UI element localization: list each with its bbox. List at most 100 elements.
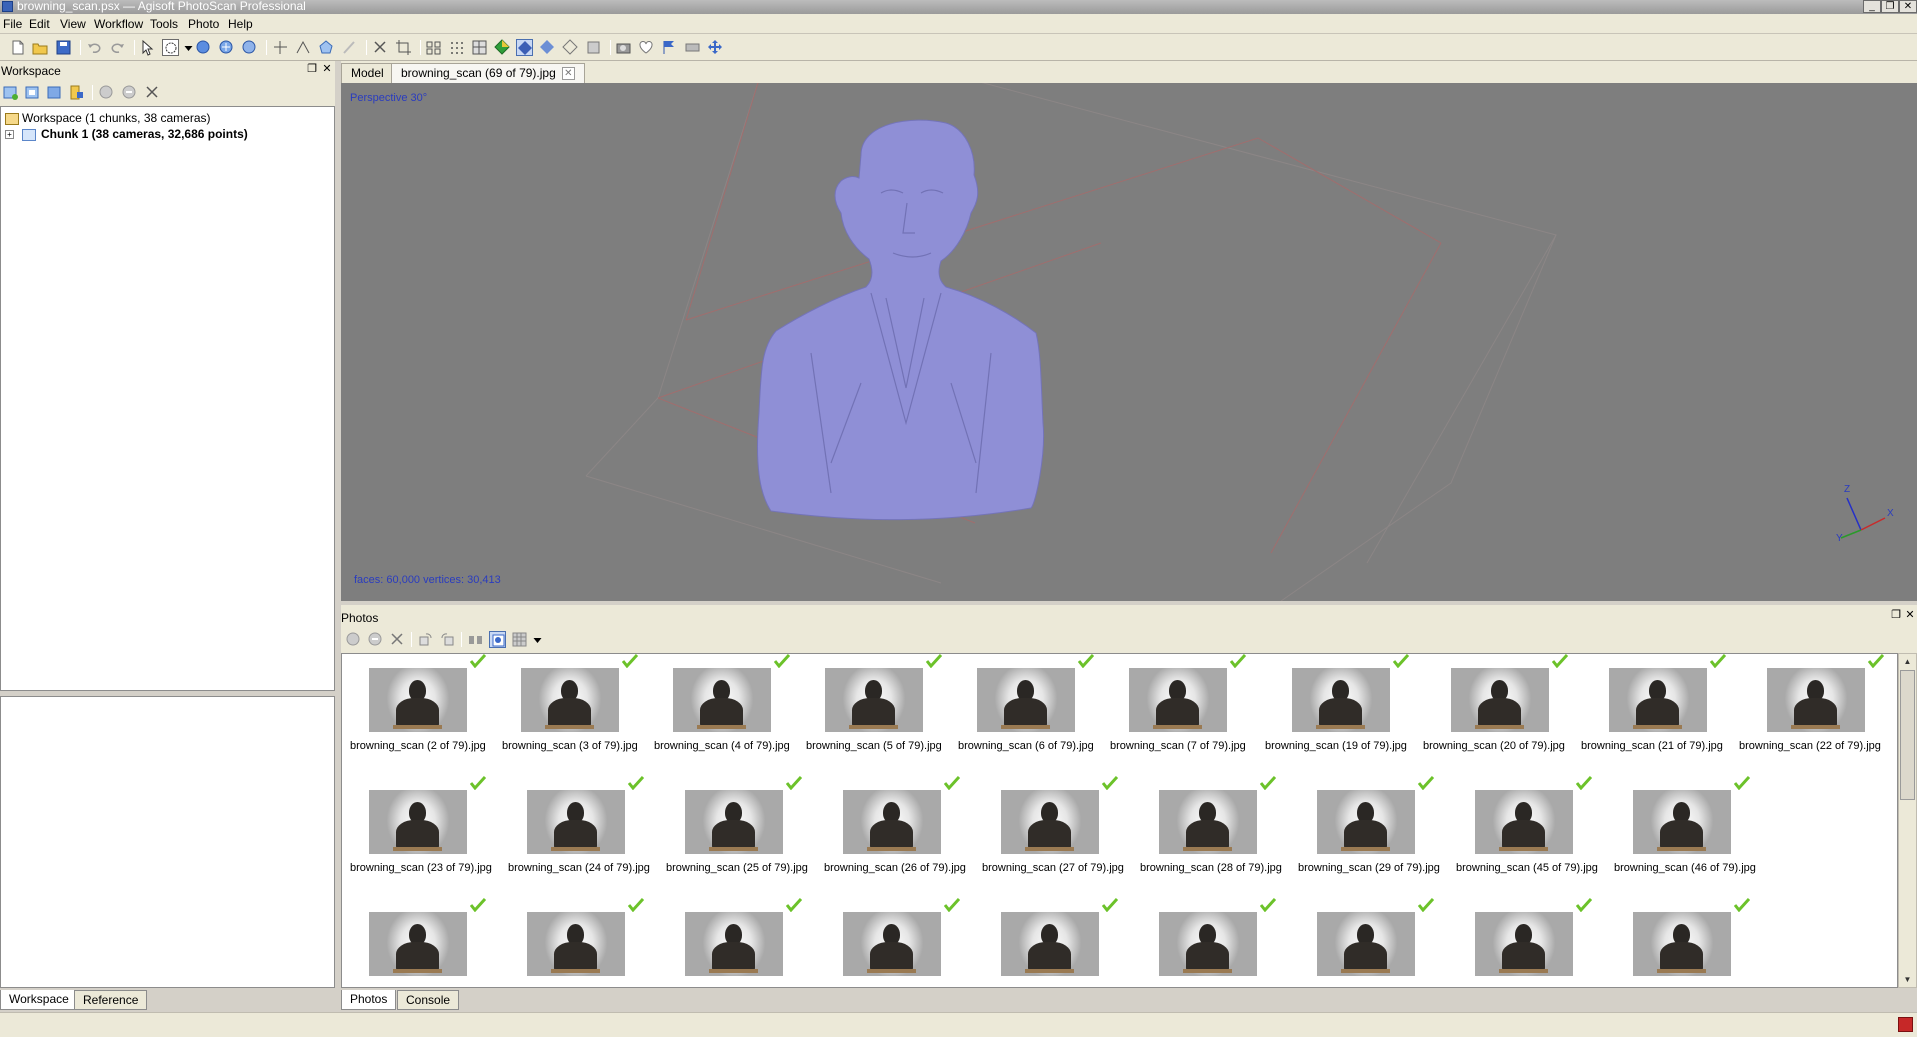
- add-photos-icon[interactable]: [24, 84, 41, 101]
- tree-chunk[interactable]: + Chunk 1 (38 cameras, 32,686 points): [5, 126, 248, 142]
- photo-item[interactable]: [350, 898, 500, 987]
- photo-thumbnail[interactable]: [1475, 912, 1573, 976]
- view-mode-chevron-icon[interactable]: [529, 631, 542, 648]
- photo-item[interactable]: browning_scan (3 of 79).jpg: [502, 654, 652, 754]
- photo-thumbnail[interactable]: [1609, 668, 1707, 732]
- minimize-button[interactable]: _: [1863, 0, 1881, 13]
- photo-thumbnail[interactable]: [843, 912, 941, 976]
- menu-view[interactable]: View: [60, 17, 86, 31]
- photo-thumbnail[interactable]: [1317, 912, 1415, 976]
- disable-photos-icon[interactable]: [367, 631, 384, 648]
- photo-item[interactable]: browning_scan (19 of 79).jpg: [1265, 654, 1415, 754]
- photo-item[interactable]: [824, 898, 974, 987]
- expand-icon[interactable]: +: [5, 130, 14, 140]
- tab-workspace[interactable]: Workspace: [0, 990, 78, 1010]
- tab-photos[interactable]: Photos: [341, 990, 397, 1010]
- close-panel-icon[interactable]: ✕: [321, 63, 333, 75]
- photo-item[interactable]: browning_scan (20 of 79).jpg: [1423, 654, 1573, 754]
- ruler-icon[interactable]: [295, 39, 312, 56]
- menu-tools[interactable]: Tools: [150, 17, 178, 31]
- photo-thumbnail[interactable]: [521, 668, 619, 732]
- dense-cloud-icon[interactable]: [471, 39, 488, 56]
- photo-item[interactable]: [1456, 898, 1606, 987]
- photo-thumbnail[interactable]: [369, 790, 467, 854]
- photo-thumbnail[interactable]: [369, 668, 467, 732]
- scroll-thumb[interactable]: [1900, 670, 1915, 800]
- photo-thumbnail[interactable]: [1159, 790, 1257, 854]
- photo-thumbnail[interactable]: [1129, 668, 1227, 732]
- reset-filter-icon[interactable]: [467, 631, 484, 648]
- add-chunk-icon[interactable]: [2, 84, 19, 101]
- photo-thumbnail[interactable]: [1317, 790, 1415, 854]
- photo-item[interactable]: browning_scan (26 of 79).jpg: [824, 776, 974, 876]
- remove-photos-icon[interactable]: [389, 631, 406, 648]
- model-viewport[interactable]: Perspective 30° faces: 60,000 vertices: …: [341, 83, 1917, 601]
- add-folder-icon[interactable]: [46, 84, 63, 101]
- close-photos-panel-icon[interactable]: ✕: [1904, 609, 1916, 621]
- solid-model-icon[interactable]: [539, 39, 556, 56]
- navigation-icon[interactable]: [139, 39, 156, 56]
- photo-item[interactable]: browning_scan (29 of 79).jpg: [1298, 776, 1448, 876]
- tiled-model-icon[interactable]: [585, 39, 602, 56]
- view-mode-icon[interactable]: [511, 631, 528, 648]
- photo-item[interactable]: browning_scan (2 of 79).jpg: [350, 654, 500, 754]
- enable-photos-icon[interactable]: [345, 631, 362, 648]
- tree-root[interactable]: Workspace (1 chunks, 38 cameras): [5, 110, 211, 126]
- scroll-up-icon[interactable]: ▲: [1901, 655, 1914, 668]
- photo-thumbnail[interactable]: [527, 912, 625, 976]
- shaded-model-icon[interactable]: [516, 39, 533, 56]
- photo-item[interactable]: browning_scan (22 of 79).jpg: [1739, 654, 1889, 754]
- photo-thumbnail[interactable]: [1159, 912, 1257, 976]
- open-project-icon[interactable]: [32, 39, 49, 56]
- rotate-left-icon[interactable]: [417, 631, 434, 648]
- restore-button[interactable]: ❐: [1881, 0, 1899, 13]
- menu-edit[interactable]: Edit: [29, 17, 50, 31]
- photo-thumbnail[interactable]: [369, 912, 467, 976]
- menu-file[interactable]: File: [3, 17, 22, 31]
- photo-thumbnail[interactable]: [977, 668, 1075, 732]
- region-icon[interactable]: [684, 39, 701, 56]
- photo-view-icon[interactable]: [489, 631, 506, 648]
- menu-workflow[interactable]: Workflow: [94, 17, 143, 31]
- photo-item[interactable]: browning_scan (6 of 79).jpg: [958, 654, 1108, 754]
- photo-item[interactable]: browning_scan (45 of 79).jpg: [1456, 776, 1606, 876]
- chevron-down-icon[interactable]: [180, 39, 193, 56]
- photo-thumbnail[interactable]: [843, 790, 941, 854]
- rotate-object-icon[interactable]: [195, 39, 212, 56]
- photo-item[interactable]: browning_scan (21 of 79).jpg: [1581, 654, 1731, 754]
- scroll-down-icon[interactable]: ▼: [1901, 973, 1914, 986]
- redo-icon[interactable]: [109, 39, 126, 56]
- remove-items-icon[interactable]: [144, 84, 161, 101]
- photo-thumbnail[interactable]: [1633, 912, 1731, 976]
- photo-item[interactable]: browning_scan (25 of 79).jpg: [666, 776, 816, 876]
- photo-item[interactable]: [1298, 898, 1448, 987]
- photo-thumbnail[interactable]: [1767, 668, 1865, 732]
- photo-item[interactable]: [982, 898, 1132, 987]
- textured-model-icon[interactable]: [494, 39, 511, 56]
- delete-selection-icon[interactable]: [372, 39, 389, 56]
- float-panel-icon[interactable]: ❐: [306, 63, 318, 75]
- tab-model[interactable]: Model: [341, 63, 394, 83]
- move-region-icon[interactable]: [707, 39, 724, 56]
- disable-cameras-icon[interactable]: [121, 84, 138, 101]
- photo-item[interactable]: browning_scan (24 of 79).jpg: [508, 776, 658, 876]
- tab-photo-view[interactable]: browning_scan (69 of 79).jpg ✕: [391, 63, 585, 83]
- photo-thumbnail[interactable]: [1001, 912, 1099, 976]
- photo-item[interactable]: browning_scan (23 of 79).jpg: [350, 776, 500, 876]
- polygon-icon[interactable]: [318, 39, 335, 56]
- markers-icon[interactable]: [661, 39, 678, 56]
- photo-item[interactable]: [666, 898, 816, 987]
- photo-thumbnail[interactable]: [825, 668, 923, 732]
- camera-icon[interactable]: [615, 39, 632, 56]
- photo-thumbnail[interactable]: [673, 668, 771, 732]
- photo-scrollbar[interactable]: ▲ ▼: [1898, 653, 1917, 988]
- draw-icon[interactable]: [341, 39, 358, 56]
- photo-item[interactable]: browning_scan (27 of 79).jpg: [982, 776, 1132, 876]
- photo-thumbnail[interactable]: [685, 912, 783, 976]
- photo-item[interactable]: browning_scan (4 of 79).jpg: [654, 654, 804, 754]
- menu-help[interactable]: Help: [228, 17, 253, 31]
- close-tab-icon[interactable]: ✕: [561, 67, 575, 81]
- float-photos-panel-icon[interactable]: ❐: [1890, 609, 1902, 621]
- photo-item[interactable]: [1614, 898, 1764, 987]
- show-cameras-icon[interactable]: [425, 39, 442, 56]
